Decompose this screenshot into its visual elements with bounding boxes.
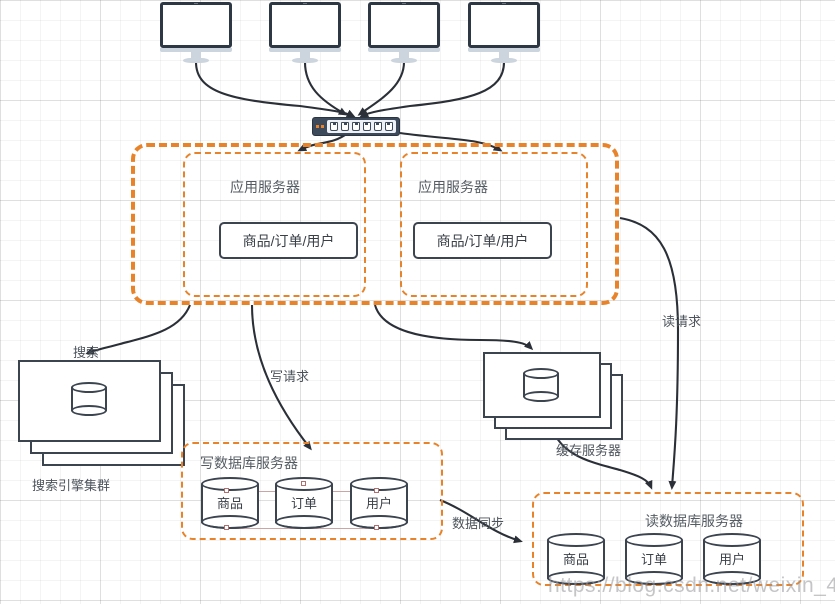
edge-label-data-sync: 数据同步 xyxy=(452,516,505,531)
switch-port xyxy=(330,122,339,131)
client-monitor-1[interactable] xyxy=(160,2,232,64)
client-monitor-2[interactable] xyxy=(269,2,341,64)
edge-label-write-request: 写请求 xyxy=(270,369,310,384)
read-db-name-1: 商品 xyxy=(562,552,589,567)
cache-server-cluster[interactable] xyxy=(483,352,628,442)
edge-client1-switch xyxy=(194,61,356,118)
cache-cluster-caption: 缓存服务器 xyxy=(556,443,622,458)
db-handle xyxy=(224,488,229,493)
db-handle xyxy=(374,525,379,530)
write-db-cylinder-1[interactable]: 商品 xyxy=(201,477,259,529)
write-db-name-2: 订单 xyxy=(290,496,317,511)
cache-db-icon xyxy=(523,368,559,402)
monitor-screen xyxy=(368,2,440,48)
edge-label-read-request: 读请求 xyxy=(662,314,702,329)
switch-port xyxy=(373,122,382,131)
monitor-screen xyxy=(160,2,232,48)
switch-port xyxy=(352,122,361,131)
monitor-foot xyxy=(183,58,209,63)
read-db-name-3: 用户 xyxy=(718,552,745,567)
edge-app1-cache xyxy=(373,304,534,351)
client-monitor-4[interactable] xyxy=(468,2,540,64)
app-service-box-1[interactable]: 商品/订单/用户 xyxy=(219,222,358,259)
switch-led xyxy=(321,125,324,128)
app-server-label-1: 应用服务器 xyxy=(230,179,300,195)
db-handle xyxy=(224,525,229,530)
write-db-label: 写数据库服务器 xyxy=(200,455,298,471)
monitor-screen xyxy=(468,2,540,48)
edge-app-readdb xyxy=(619,216,680,490)
switch-port xyxy=(384,122,393,131)
monitor-screen xyxy=(269,2,341,48)
write-db-name-1: 商品 xyxy=(216,496,243,511)
app-server-label-2: 应用服务器 xyxy=(418,179,488,195)
network-switch[interactable] xyxy=(312,117,400,136)
monitor-foot xyxy=(391,58,417,63)
switch-port-group xyxy=(327,120,396,133)
app-service-box-2[interactable]: 商品/订单/用户 xyxy=(413,222,552,259)
write-db-name-3: 用户 xyxy=(365,496,392,511)
read-db-label: 读数据库服务器 xyxy=(645,513,743,529)
watermark-text: https://blog.csdn.net/weixin_43952958 xyxy=(548,574,835,597)
read-db-name-2: 订单 xyxy=(640,552,667,567)
write-db-cylinder-3[interactable]: 用户 xyxy=(350,477,408,529)
client-monitor-3[interactable] xyxy=(368,2,440,64)
monitor-foot xyxy=(491,58,517,63)
db-handle xyxy=(301,481,306,486)
search-engine-cluster[interactable] xyxy=(18,360,193,470)
edge-client2-switch xyxy=(303,61,348,116)
edge-client4-switch xyxy=(359,61,506,118)
db-handle xyxy=(374,488,379,493)
switch-port xyxy=(362,122,371,131)
switch-led xyxy=(316,125,319,128)
switch-led-group xyxy=(316,125,324,128)
switch-port xyxy=(341,122,350,131)
search-cluster-caption: 搜索引擎集群 xyxy=(32,478,111,493)
edge-app1-search xyxy=(85,304,191,355)
diagram-canvas: 应用服务器 商品/订单/用户 应用服务器 商品/订单/用户 搜索引擎集群 搜索 … xyxy=(0,0,835,604)
search-db-icon xyxy=(71,382,107,416)
edge-label-search: 搜索 xyxy=(73,345,100,360)
monitor-foot xyxy=(292,58,318,63)
edge-client3-switch xyxy=(357,61,406,116)
